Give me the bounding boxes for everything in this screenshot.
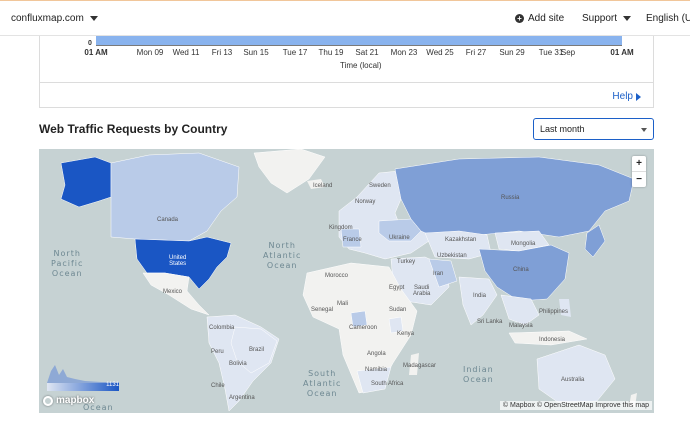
country-label-indonesia: Indonesia	[539, 337, 566, 343]
map-attribution[interactable]: © Mapbox © OpenStreetMap Improve this ma…	[499, 401, 652, 410]
divider	[40, 82, 653, 83]
country-label-china: China	[513, 267, 529, 273]
country-label-philippines: Philippines	[539, 309, 569, 315]
country-alaska	[60, 156, 112, 208]
help-label: Help	[612, 91, 633, 102]
x-tick-label: 01 AM	[610, 48, 634, 57]
traffic-chart-card: 0 01 AM Mon 09 Wed 11 Fri 13 Sun 15 Tue 17 Thu…	[39, 36, 654, 108]
ocean-label-north-atlantic: North Atlantic Ocean	[263, 241, 302, 270]
country-label-malaysia: Malaysia	[509, 323, 533, 329]
legend-gradient	[47, 365, 119, 391]
country-label-kenya: Kenya	[397, 331, 415, 337]
x-tick-label: Sep	[560, 48, 576, 57]
x-tick-label: Sun 15	[243, 48, 269, 57]
language-menu[interactable]: English (US	[646, 13, 690, 24]
country-label-senegal: Senegal	[311, 307, 334, 313]
continent-australia	[536, 344, 616, 404]
map-legend: 1131	[45, 361, 121, 393]
section-title: Web Traffic Requests by Country	[39, 122, 228, 136]
x-tick-label: Tue 17	[282, 48, 308, 57]
mapbox-logo[interactable]: mapbox	[43, 395, 94, 406]
x-tick-label: Mon 09	[136, 48, 164, 57]
x-tick-label: 01 AM	[84, 48, 108, 57]
time-range-select[interactable]: Last month	[533, 118, 654, 140]
zoom-in-button[interactable]: +	[632, 156, 646, 171]
country-label-united-states: United States	[169, 255, 187, 267]
country-label-chile: Chile	[211, 383, 225, 389]
country-label-kingdom: Kingdom	[329, 225, 353, 231]
map-shapes	[60, 149, 637, 412]
country-india	[458, 276, 498, 326]
country-label-argentina: Argentina	[229, 395, 255, 401]
zoom-control: + −	[632, 156, 646, 187]
help-link[interactable]: Help	[612, 91, 641, 102]
country-label-morocco: Morocco	[325, 273, 349, 279]
ocean-label-north-pacific: North Pacific Ocean	[51, 249, 84, 278]
chevron-right-icon	[636, 92, 641, 101]
x-tick-label: Thu 19	[318, 48, 344, 57]
time-range-value: Last month	[540, 124, 585, 134]
add-site-button[interactable]: + Add site	[515, 13, 564, 24]
chevron-down-icon	[89, 16, 98, 21]
support-menu[interactable]: Support	[582, 13, 632, 24]
traffic-area	[96, 36, 622, 45]
x-tick-label: Fri 13	[211, 48, 233, 57]
country-label-australia: Australia	[561, 377, 585, 383]
country-label-sudan: Sudan	[389, 307, 407, 313]
country-label-kazakhstan: Kazakhstan	[445, 237, 477, 243]
country-label-peru: Peru	[211, 349, 224, 355]
country-label-madagascar: Madagascar	[403, 363, 437, 369]
country-label-canada: Canada	[157, 217, 179, 223]
x-tick-label: Wed 25	[426, 48, 454, 57]
country-label-mexico: Mexico	[163, 289, 183, 295]
x-axis-line	[96, 45, 622, 46]
support-label: Support	[582, 13, 618, 24]
country-label-saudi-arabia: Saudi Arabia	[413, 285, 431, 297]
ocean-label-south-atlantic: South Atlantic Ocean	[303, 369, 342, 398]
world-map[interactable]: North Pacific Ocean North Atlantic Ocean…	[39, 149, 654, 413]
country-label-colombia: Colombia	[209, 325, 235, 331]
country-label-namibia: Namibia	[365, 367, 388, 373]
country-label-sweden: Sweden	[369, 183, 391, 189]
x-tick-label: Mon 23	[390, 48, 418, 57]
country-label-turkey: Turkey	[397, 259, 416, 265]
x-tick-label: Sun 29	[499, 48, 525, 57]
country-label-brazil: Brazil	[249, 347, 265, 353]
country-label-india: India	[473, 293, 487, 299]
site-name: confluxmap.com	[11, 13, 84, 24]
plus-circle-icon: +	[515, 14, 524, 23]
chevron-down-icon	[623, 16, 632, 21]
x-tick-label: Fri 27	[465, 48, 487, 57]
country-label-bolivia: Bolivia	[229, 361, 247, 367]
country-label-egypt: Egypt	[389, 285, 405, 291]
country-canada	[110, 152, 240, 242]
mapbox-icon	[43, 395, 53, 406]
mapbox-wordmark: mapbox	[56, 395, 95, 406]
country-label-iran: Iran	[433, 271, 444, 277]
top-navigation: confluxmap.com + Add site Support Englis…	[0, 0, 690, 36]
country-label-sri-lanka: Sri Lanka	[477, 319, 503, 325]
x-tick-label: Sat 21	[355, 48, 379, 57]
zoom-out-button[interactable]: −	[632, 172, 646, 187]
country-label-france: France	[343, 237, 362, 243]
country-label-mongolia: Mongolia	[511, 241, 536, 247]
site-switcher[interactable]: confluxmap.com	[11, 13, 98, 24]
y-tick-zero: 0	[88, 40, 92, 47]
country-label-norway: Norway	[355, 199, 376, 205]
country-label-ukraine: Ukraine	[389, 235, 410, 241]
x-axis-title: Time (local)	[340, 61, 382, 70]
legend-max-value: 1131	[106, 382, 119, 388]
x-tick-label: Tue 31	[538, 48, 564, 57]
x-tick-label: Wed 11	[172, 48, 200, 57]
country-label-south-africa: South Africa	[371, 381, 404, 387]
country-label-angola: Angola	[367, 351, 386, 357]
country-label-iceland: Iceland	[313, 183, 333, 189]
country-label-mali: Mali	[337, 301, 349, 307]
country-label-cameroon: Cameroon	[349, 325, 378, 331]
chevron-down-icon	[641, 128, 647, 132]
country-label-russia: Russia	[501, 195, 520, 201]
country-label-uzbekistan: Uzbekistan	[437, 253, 467, 259]
add-site-label: Add site	[528, 13, 565, 24]
ocean-label-indian: Indian Ocean	[463, 365, 494, 384]
